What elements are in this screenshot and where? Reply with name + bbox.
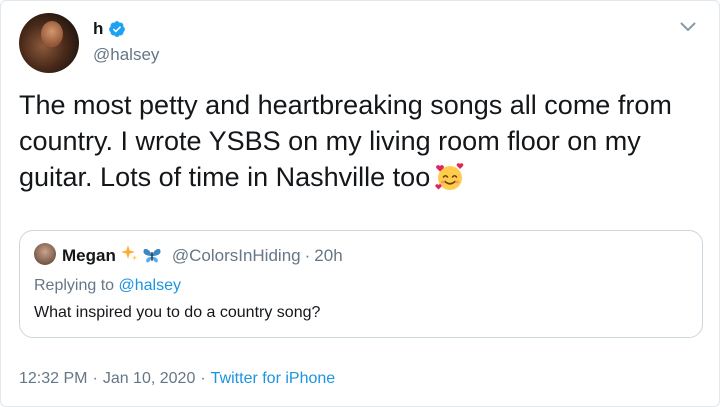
quoted-author-name[interactable]: Megan xyxy=(62,246,116,266)
tweet-body: The most petty and heartbreaking songs a… xyxy=(19,87,709,195)
quoted-timestamp[interactable]: 20h xyxy=(314,246,342,266)
sparkles-icon xyxy=(120,244,138,267)
tweet-date[interactable]: Jan 10, 2020 xyxy=(103,370,196,388)
quoted-tweet[interactable]: Megan @ColorsInHiding · 20h Replying to … xyxy=(19,230,703,338)
replying-to-line: Replying to @halsey xyxy=(34,277,181,295)
quoted-author-avatar[interactable] xyxy=(34,243,56,265)
author-display-name[interactable]: h xyxy=(93,19,103,39)
meta-separator-1: · xyxy=(92,370,98,387)
quoted-tweet-header: Megan @ColorsInHiding · 20h xyxy=(62,244,343,267)
verified-badge-icon xyxy=(108,20,126,38)
chevron-down-icon xyxy=(680,19,696,37)
butterfly-icon xyxy=(142,247,162,265)
tweet-text: The most petty and heartbreaking songs a… xyxy=(19,90,672,192)
quoted-separator: · xyxy=(304,245,311,265)
author-avatar[interactable] xyxy=(19,13,79,73)
quoted-tweet-text: What inspired you to do a country song? xyxy=(34,304,321,321)
tweet-meta: 12:32 PM · Jan 10, 2020 · Twitter for iP… xyxy=(19,370,335,388)
author-name-row: h xyxy=(93,19,126,39)
meta-separator-2: · xyxy=(200,370,206,387)
tweet-time[interactable]: 12:32 PM xyxy=(19,370,87,388)
replying-to-handle[interactable]: @halsey xyxy=(119,277,182,294)
tweet-options-button[interactable] xyxy=(675,15,701,41)
quoted-author-handle[interactable]: @ColorsInHiding xyxy=(172,246,301,266)
smiling-face-with-hearts-icon xyxy=(434,161,466,193)
replying-to-prefix: Replying to xyxy=(34,277,115,294)
tweet-card: h @halsey The most petty and heartbreaki… xyxy=(0,0,720,407)
tweet-source-link[interactable]: Twitter for iPhone xyxy=(211,370,336,388)
author-handle[interactable]: @halsey xyxy=(93,45,159,65)
